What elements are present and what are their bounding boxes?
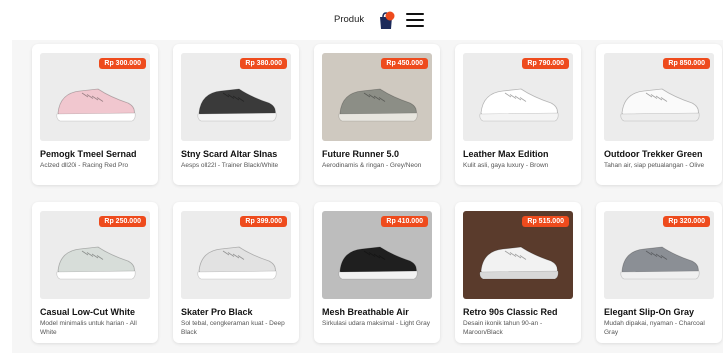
product-image[interactable]: Rp 250.000 — [40, 211, 150, 299]
price-badge: Rp 410.000 — [381, 216, 428, 227]
price-badge: Rp 450.000 — [381, 58, 428, 69]
product-card[interactable]: Rp 515.000 Retro 90s Classic Red Desain ik… — [455, 202, 581, 343]
price-badge: Rp 320.000 — [663, 216, 710, 227]
product-card[interactable]: Rp 450.000 Future Runner 5.0 Aerodinamis &… — [314, 44, 440, 185]
product-name[interactable]: Casual Low-Cut White — [40, 307, 158, 317]
product-card[interactable]: Rp 399.000 Skater Pro Black Sol tebal, cen… — [173, 202, 299, 343]
product-name[interactable]: Pemogk Tmeel Sernad — [40, 149, 158, 159]
product-image[interactable]: Rp 300.000 — [40, 53, 150, 141]
product-name[interactable]: Skater Pro Black — [181, 307, 299, 317]
product-image[interactable]: Rp 380.000 — [181, 53, 291, 141]
product-name[interactable]: Future Runner 5.0 — [322, 149, 440, 159]
price-badge: Rp 399.000 — [240, 216, 287, 227]
product-description: Aerodinamis & ringan - Grey/Neon — [322, 162, 422, 169]
price-badge: Rp 850.000 — [663, 58, 710, 69]
price-badge: Rp 300.000 — [99, 58, 146, 69]
product-description: Aclzed dll20i - Racing Red Pro — [40, 162, 129, 169]
product-card[interactable]: Rp 850.000 Outdoor Trekker Green Tahan air… — [596, 44, 722, 185]
product-image[interactable]: Rp 450.000 — [322, 53, 432, 141]
product-name[interactable]: Retro 90s Classic Red — [463, 307, 581, 317]
product-name[interactable]: Stny Scard Altar SInas — [181, 149, 299, 159]
product-card[interactable]: Rp 250.000 Casual Low-Cut White Model mini… — [32, 202, 158, 343]
product-image[interactable]: Rp 515.000 — [463, 211, 573, 299]
product-grid: Rp 300.000 Pemogk Tmeel Sernad Aclzed dll2… — [12, 40, 723, 353]
product-description: Tahan air, siap petualangan - Olive — [604, 162, 705, 169]
product-image[interactable]: Rp 320.000 — [604, 211, 714, 299]
price-badge: Rp 250.000 — [99, 216, 146, 227]
product-card[interactable]: Rp 300.000 Pemogk Tmeel Sernad Aclzed dll2… — [32, 44, 158, 185]
product-description: Mudah dipakai, nyaman - Charcoal Gray — [604, 320, 705, 336]
product-image[interactable]: Rp 410.000 — [322, 211, 432, 299]
product-card[interactable]: Rp 410.000 Mesh Breathable Air Sirkulasi u… — [314, 202, 440, 343]
product-name[interactable]: Elegant Slip-On Gray — [604, 307, 722, 317]
top-navbar: Produk — [0, 0, 723, 40]
nav-link-produk[interactable]: Produk — [334, 14, 364, 25]
product-card[interactable]: Rp 380.000 Stny Scard Altar SInas Aesps ol… — [173, 44, 299, 185]
product-name[interactable]: Outdoor Trekker Green — [604, 149, 722, 159]
price-badge: Rp 515.000 — [522, 216, 569, 227]
product-image[interactable]: Rp 850.000 — [604, 53, 714, 141]
product-image[interactable]: Rp 399.000 — [181, 211, 291, 299]
product-description: Aesps oll22l - Trainer Black/White — [181, 162, 279, 169]
product-description: Kulit asli, gaya luxury - Brown — [463, 162, 549, 169]
product-name[interactable]: Leather Max Edition — [463, 149, 581, 159]
product-image[interactable]: Rp 790.000 — [463, 53, 573, 141]
product-description: Desain ikonik tahun 90-an - Maroon/Black — [463, 320, 543, 336]
product-description: Sirkulasi udara maksimal - Light Gray — [322, 320, 431, 327]
product-name[interactable]: Mesh Breathable Air — [322, 307, 440, 317]
product-card[interactable]: Rp 320.000 Elegant Slip-On Gray Mudah dipa… — [596, 202, 722, 343]
product-card[interactable]: Rp 790.000 Leather Max Edition Kulit asli,… — [455, 44, 581, 185]
hamburger-menu-icon[interactable] — [406, 13, 424, 27]
price-badge: Rp 790.000 — [522, 58, 569, 69]
price-badge: Rp 380.000 — [240, 58, 287, 69]
product-description: Sol tebal, cengkeraman kuat - Deep Black — [181, 320, 285, 336]
product-description: Model minimalis untuk harian - All White — [40, 320, 137, 336]
shopping-bag-icon[interactable] — [377, 10, 395, 30]
